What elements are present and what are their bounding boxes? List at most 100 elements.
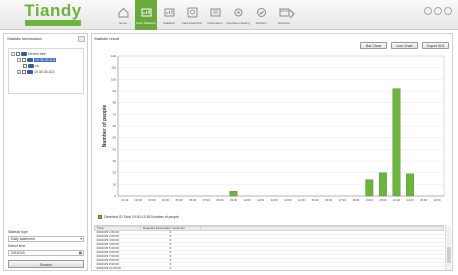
nav-item-label: Face Detection xyxy=(181,21,203,25)
chevron-down-icon: ▾ xyxy=(80,237,82,241)
search-button[interactable]: Search xyxy=(8,260,84,268)
export-xls-button[interactable]: Export XLS xyxy=(422,42,449,49)
chart-buttons: Bar Chart Line Chart Export XLS xyxy=(360,42,449,49)
minimize-icon[interactable] xyxy=(424,7,432,15)
x-tick-label: 24:00 xyxy=(434,198,441,202)
tree-checkbox[interactable] xyxy=(16,51,20,56)
y-tick-label: 120 xyxy=(111,54,116,58)
statistic-result-panel: Statistic result Bar Chart Line Chart Ex… xyxy=(91,33,453,271)
nav-item-label: Operation Setting xyxy=(226,21,250,25)
table-scrollbar[interactable] xyxy=(445,225,451,270)
bar-21:00 xyxy=(392,88,401,197)
stat-type-select[interactable]: Daily statement ▾ xyxy=(8,236,84,242)
line-chart-button[interactable]: Line Chart xyxy=(391,42,418,49)
tree-checkbox[interactable] xyxy=(22,57,26,62)
x-tick-label: 02:00 xyxy=(135,198,142,202)
nav-item-label: Information xyxy=(207,21,223,25)
bar-09:00 xyxy=(229,191,238,197)
x-tick-label: 07:00 xyxy=(203,198,210,202)
refresh-icon[interactable] xyxy=(78,36,85,42)
x-tick-label: 23:00 xyxy=(420,198,427,202)
x-tick-label: 01:00 xyxy=(121,198,128,202)
nav-item-info[interactable]: Information xyxy=(204,0,226,30)
tree-node[interactable]: - 10.30.33.101 xyxy=(17,57,57,62)
x-tick-label: 10:00 xyxy=(244,198,251,202)
bar-chart-icon xyxy=(164,8,174,17)
tree-node-label: Device tree xyxy=(28,51,46,56)
tree-checkbox[interactable] xyxy=(22,69,26,74)
y-tick-label: 0 xyxy=(114,194,116,198)
logo-text: Tiandy xyxy=(24,1,82,20)
chart-legend: Detected ID:Total 19:30:13:38 Number of … xyxy=(98,215,179,219)
x-tick-label: 20:00 xyxy=(379,198,386,202)
x-tick-label: 05:00 xyxy=(176,198,183,202)
x-tick-label: 17:00 xyxy=(339,198,346,202)
stat-type-value: Daily statement xyxy=(11,237,36,241)
tree-node-label: 10.30.33.101 xyxy=(34,57,57,62)
x-tick-label: 11:00 xyxy=(257,198,264,202)
tree-node-label: ch xyxy=(35,63,39,68)
nav-item-house[interactable]: Home xyxy=(112,0,134,30)
nav-next-arrow-icon[interactable] xyxy=(286,8,298,20)
nav-item-bar-chart[interactable]: Statistics xyxy=(158,0,180,30)
tree-node[interactable]: - Device tree xyxy=(11,51,46,56)
window-controls xyxy=(424,7,452,15)
x-tick-label: 14:00 xyxy=(298,198,305,202)
y-tick-label: 90 xyxy=(113,89,117,93)
y-tick-label: 20 xyxy=(113,171,117,175)
bar-20:00 xyxy=(378,172,387,197)
x-tick-label: 22:00 xyxy=(407,198,414,202)
x-tick-label: 06:00 xyxy=(189,198,196,202)
collapse-icon[interactable]: - xyxy=(17,57,21,62)
settings-icon[interactable] xyxy=(434,7,442,15)
solution-icon xyxy=(256,8,266,17)
panel-title: Statistic information xyxy=(7,36,42,41)
empty-cell xyxy=(200,266,444,270)
camera-icon xyxy=(27,69,33,74)
device-tree: - Device tree - 10.30.33.101 ch +10.30.33.102 xyxy=(8,48,84,94)
x-tick-label: 04:00 xyxy=(162,198,169,202)
y-tick-label: 110 xyxy=(111,66,116,70)
select-time-input[interactable]: 2016/3/9 ▦ xyxy=(8,250,84,256)
x-tick-label: 12:00 xyxy=(271,198,278,202)
x-tick-label: 19:00 xyxy=(366,198,373,202)
legend-label: Detected ID:Total 19:30:13:38 Number of … xyxy=(104,215,180,219)
close-icon[interactable] xyxy=(444,7,452,15)
x-tick-label: 21:00 xyxy=(393,198,400,202)
tree-checkbox[interactable] xyxy=(23,63,27,68)
nav-item-label: Structure xyxy=(277,21,291,25)
nav-item-solution[interactable]: Solution xyxy=(250,0,272,30)
nav-item-settings[interactable]: Operation Setting xyxy=(226,0,250,30)
scrollbar-thumb[interactable] xyxy=(447,247,451,263)
bar-22:00 xyxy=(406,173,414,197)
calendar-icon[interactable]: ▦ xyxy=(79,251,82,256)
select-time-label: Select time xyxy=(8,244,26,248)
x-tick-label: 08:00 xyxy=(216,198,223,202)
select-time-value: 2016/3/9 xyxy=(11,251,25,255)
nav-item-face-detect[interactable]: Face Detection xyxy=(181,0,203,30)
camera-icon xyxy=(27,57,33,62)
camera-icon xyxy=(28,63,34,68)
nav-item-face-chart[interactable]: Face Statistics xyxy=(135,0,157,30)
expand-icon[interactable]: + xyxy=(17,69,21,74)
y-axis-label: Number of people xyxy=(102,105,108,148)
y-tick-label: 70 xyxy=(113,112,117,116)
stat-type-label: Statistic type xyxy=(8,230,28,234)
y-tick-label: 80 xyxy=(113,101,117,105)
tree-node[interactable]: +10.30.33.102 xyxy=(17,69,54,74)
info-icon xyxy=(210,8,220,17)
nav-item-label: Home xyxy=(118,21,127,25)
tree-node[interactable]: ch xyxy=(23,63,39,68)
y-tick-label: 50 xyxy=(113,136,117,140)
collapse-icon[interactable]: - xyxy=(11,51,15,56)
y-tick-label: 40 xyxy=(113,147,117,151)
face-detect-icon xyxy=(187,7,197,18)
bar-chart-button[interactable]: Bar Chart xyxy=(360,42,387,49)
table-row[interactable]: 2016/3/9 10:00:00 0 xyxy=(94,266,444,270)
y-tick-label: 100 xyxy=(111,77,116,81)
x-tick-label: 03:00 xyxy=(148,198,155,202)
main-nav: Home Face Statistics Statistics Face Detect… xyxy=(112,0,296,30)
people-count-chart: 0 10 20 30 40 50 60 70 80 90 100 110 120 Number of pe… xyxy=(102,54,445,202)
result-title: Statistic result xyxy=(94,36,119,41)
logo-tagline xyxy=(25,20,81,26)
